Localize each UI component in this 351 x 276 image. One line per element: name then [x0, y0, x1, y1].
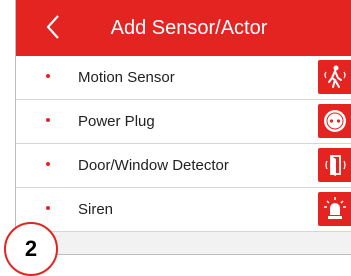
page-title: Add Sensor/Actor	[110, 16, 268, 39]
bullet-icon	[46, 206, 50, 210]
power-plug-icon	[318, 104, 351, 138]
step-number-badge: 2	[4, 222, 58, 276]
motion-sensor-icon	[318, 60, 351, 94]
list-item-motion-sensor[interactable]: Motion Sensor	[16, 56, 351, 100]
list-item-label: Siren	[78, 201, 114, 218]
bullet-icon	[46, 118, 50, 122]
list-item-siren[interactable]: Siren	[16, 188, 351, 232]
footer-area	[16, 232, 351, 254]
list-item-label: Power Plug	[78, 113, 155, 130]
list-item-power-plug[interactable]: Power Plug	[16, 100, 351, 144]
list-item-label: Motion Sensor	[78, 69, 175, 86]
door-window-detector-icon	[318, 148, 351, 182]
header-bar: Add Sensor/Actor	[16, 0, 351, 56]
list-item-label: Door/Window Detector	[78, 157, 229, 174]
siren-icon	[318, 192, 351, 226]
list-item-door-window-detector[interactable]: Door/Window Detector	[16, 144, 351, 188]
sensor-actor-list: Motion Sensor Power Plug Door/Window Det…	[16, 56, 351, 232]
app-screen: Add Sensor/Actor Motion Sensor Power Plu…	[15, 0, 351, 255]
bullet-icon	[46, 162, 50, 166]
bullet-icon	[46, 74, 50, 78]
